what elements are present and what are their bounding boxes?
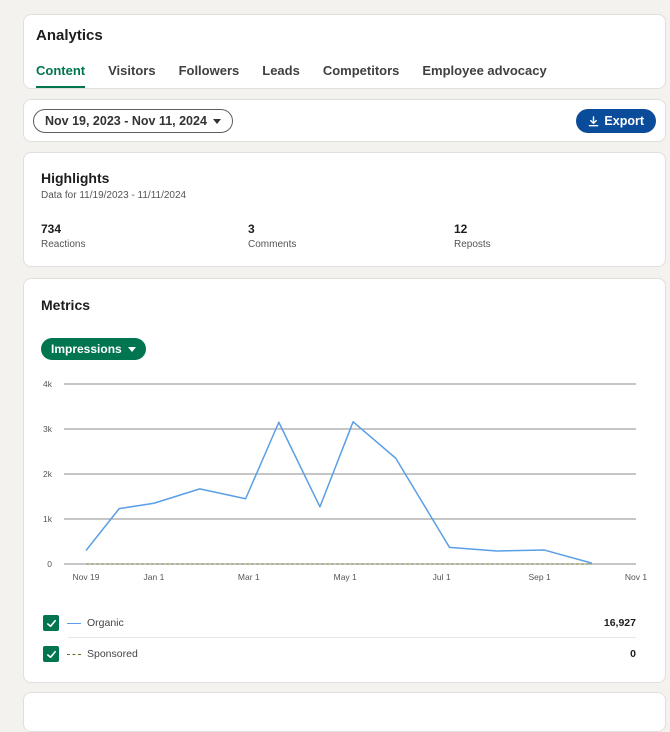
download-icon (589, 115, 599, 126)
page-title: Analytics (36, 27, 103, 44)
y-tick-label: 4k (43, 379, 53, 389)
stat-value: 734 (41, 222, 62, 236)
caret-down-icon (212, 118, 221, 124)
highlights-card: Highlights Data for 11/19/2023 - 11/11/2… (23, 152, 666, 267)
tab-employee-advocacy[interactable]: Employee advocacy (422, 63, 546, 88)
tab-content[interactable]: Content (36, 63, 86, 88)
sponsored-checkbox[interactable] (43, 646, 59, 662)
x-tick-label: Nov 19 (73, 572, 100, 582)
legend-sponsored-label: Sponsored (87, 648, 138, 660)
sponsored-swatch (67, 653, 81, 655)
legend-organic: Organic 16,927 (43, 612, 636, 634)
legend-sponsored: Sponsored 0 (43, 643, 636, 665)
analytics-tabs: Content Visitors Followers Leads Competi… (36, 63, 570, 88)
stat-value: 12 (454, 222, 468, 236)
stat-reactions: 734 Reactions (41, 222, 85, 250)
date-range-card: Nov 19, 2023 - Nov 11, 2024 Export (23, 99, 666, 142)
stat-reposts: 12 Reposts (454, 222, 491, 250)
y-tick-label: 1k (43, 514, 53, 524)
tab-competitors[interactable]: Competitors (323, 63, 400, 88)
x-tick-label: Mar 1 (238, 572, 260, 582)
analytics-nav-card: Analytics Content Visitors Followers Lea… (23, 14, 666, 89)
legend-organic-label: Organic (87, 617, 124, 629)
organic-checkbox[interactable] (43, 615, 59, 631)
tab-visitors[interactable]: Visitors (108, 63, 155, 88)
highlights-subtitle: Data for 11/19/2023 - 11/11/2024 (41, 190, 187, 201)
stat-value: 3 (248, 222, 255, 236)
y-tick-label: 3k (43, 424, 53, 434)
stat-comments: 3 Comments (248, 222, 296, 250)
metrics-card: Metrics Impressions 4k 3k 2k 1k 0 Nov 19 Jan 1… (23, 278, 666, 683)
date-range-label: Nov 19, 2023 - Nov 11, 2024 (45, 114, 207, 128)
x-tick-label: Sep 1 (528, 572, 550, 582)
checkmark-icon (46, 650, 56, 658)
impressions-chart: 4k 3k 2k 1k 0 Nov 19 Jan 1 Mar 1 May 1 Jul 1 Sep 1… (43, 379, 647, 582)
legend-divider (68, 637, 636, 638)
export-button[interactable]: Export (576, 109, 656, 133)
x-tick-label: Jul 1 (433, 572, 451, 582)
x-tick-label: Nov 1 (625, 572, 647, 582)
y-tick-label: 0 (47, 559, 52, 569)
date-range-dropdown[interactable]: Nov 19, 2023 - Nov 11, 2024 (33, 109, 233, 133)
stat-label: Reactions (41, 239, 86, 250)
stat-label: Reposts (454, 239, 491, 250)
organic-swatch (67, 622, 81, 624)
tab-leads[interactable]: Leads (262, 63, 300, 88)
stat-label: Comments (248, 239, 297, 250)
tab-followers[interactable]: Followers (179, 63, 240, 88)
highlights-title: Highlights (41, 170, 110, 186)
x-tick-label: May 1 (334, 572, 357, 582)
organic-total: 16,927 (603, 617, 636, 629)
x-tick-label: Jan 1 (144, 572, 165, 582)
checkmark-icon (46, 619, 56, 627)
y-tick-label: 2k (43, 469, 53, 479)
organic-series-line (85, 421, 592, 564)
next-card (23, 692, 666, 732)
sponsored-total: 0 (630, 648, 636, 660)
export-label: Export (604, 114, 644, 128)
